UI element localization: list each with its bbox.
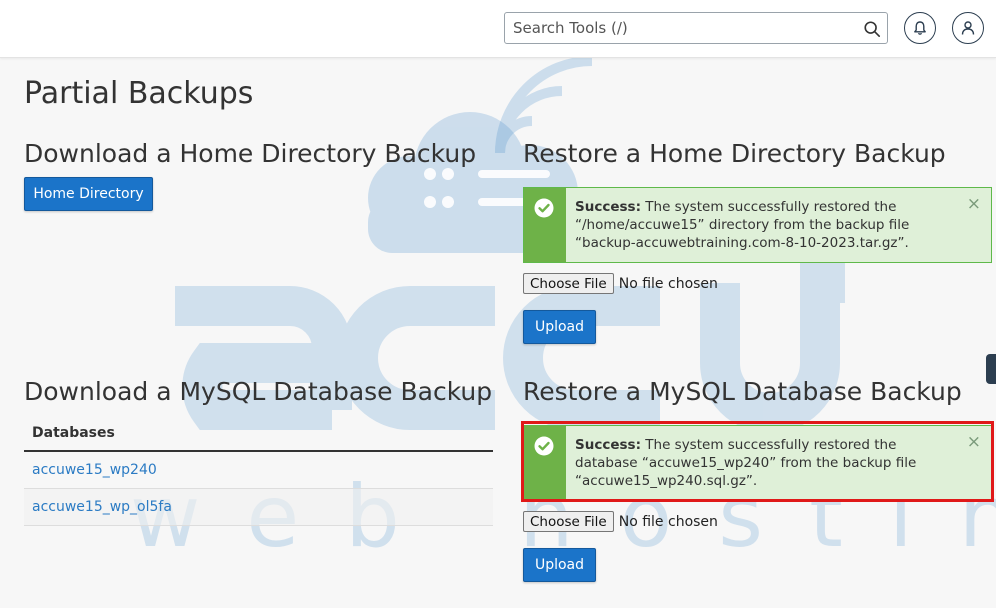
- table-row[interactable]: accuwe15_wp_ol5fa: [24, 489, 493, 526]
- choose-file-button[interactable]: Choose File: [523, 511, 614, 532]
- upload-home-button[interactable]: Upload: [523, 310, 596, 344]
- mysql-file-input[interactable]: Choose File No file chosen: [523, 511, 718, 532]
- search-icon[interactable]: [863, 20, 881, 38]
- notifications-button[interactable]: [904, 12, 936, 44]
- table-row[interactable]: accuwe15_wp240: [24, 452, 493, 489]
- search-input[interactable]: [505, 13, 845, 43]
- close-icon[interactable]: ×: [967, 194, 981, 214]
- alert-strong: Success:: [575, 199, 641, 215]
- alert-status-bar: [524, 188, 566, 262]
- restore-home-heading: Restore a Home Directory Backup: [523, 139, 946, 168]
- alert-message: Success: The system successfully restore…: [575, 198, 925, 252]
- download-mysql-heading: Download a MySQL Database Backup: [24, 377, 493, 406]
- check-circle-icon: [534, 198, 554, 218]
- table-header: Databases: [24, 414, 493, 452]
- home-file-input[interactable]: Choose File No file chosen: [523, 273, 718, 294]
- restore-mysql-heading: Restore a MySQL Database Backup: [523, 377, 962, 406]
- user-icon: [961, 21, 975, 35]
- upload-mysql-button[interactable]: Upload: [523, 548, 596, 582]
- choose-file-button[interactable]: Choose File: [523, 273, 614, 294]
- no-file-label: No file chosen: [618, 513, 718, 530]
- side-panel-tab[interactable]: [986, 354, 996, 384]
- highlight-box: [521, 421, 994, 502]
- no-file-label: No file chosen: [618, 275, 718, 292]
- download-home-heading: Download a Home Directory Backup: [24, 139, 477, 168]
- top-bar: [0, 0, 996, 58]
- home-success-alert: Success: The system successfully restore…: [523, 187, 992, 263]
- home-directory-button[interactable]: Home Directory: [24, 177, 153, 211]
- bell-icon: [914, 21, 926, 35]
- search-box[interactable]: [504, 12, 888, 44]
- page-title: Partial Backups: [24, 76, 254, 111]
- databases-table: Databases accuwe15_wp240 accuwe15_wp_ol5…: [24, 414, 493, 526]
- user-menu-button[interactable]: [952, 12, 984, 44]
